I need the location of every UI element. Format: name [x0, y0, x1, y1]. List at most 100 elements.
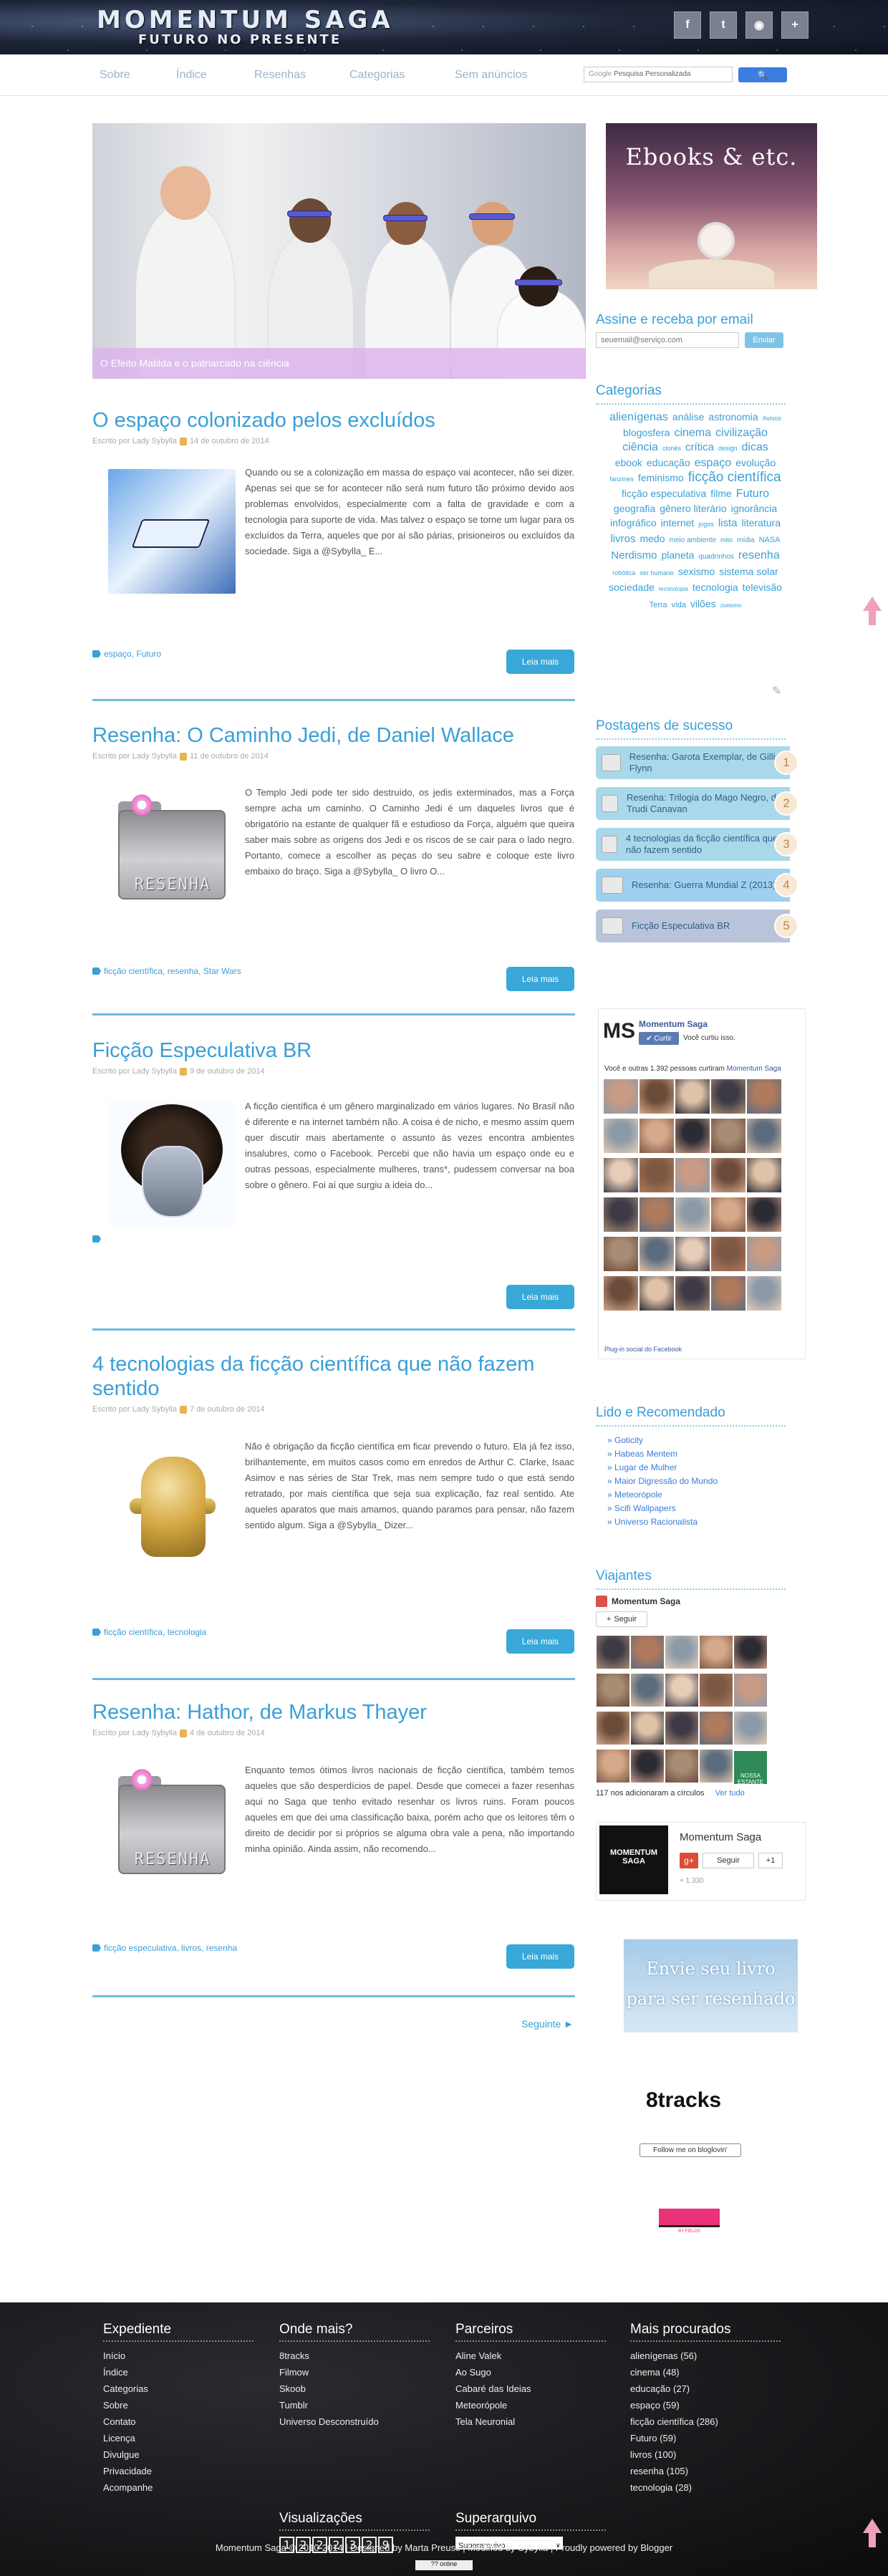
tag-link[interactable]: geografia	[614, 501, 655, 516]
post-tag-links[interactable]: ficção científica, tecnologia	[104, 1627, 206, 1637]
tag-link[interactable]: teconolopia	[659, 582, 688, 597]
popular-item-title[interactable]: Resenha: Garota Exemplar, de Gillian Fly…	[629, 751, 790, 774]
fan-avatar[interactable]	[747, 1197, 781, 1232]
tag-link[interactable]: televisão	[743, 580, 782, 594]
footer-link[interactable]: espaço (59)	[630, 2397, 781, 2413]
post-thumbnail[interactable]	[108, 1101, 236, 1226]
tag-link[interactable]: ciência	[622, 440, 658, 455]
tag-link[interactable]: blogosfera	[623, 425, 670, 440]
footer-link[interactable]: Divulgue	[103, 2446, 254, 2463]
fan-avatar[interactable]	[747, 1158, 781, 1192]
nav-resenhas[interactable]: Resenhas	[254, 69, 306, 82]
read-more-button[interactable]: Leia mais	[506, 1285, 574, 1309]
tag-link[interactable]: cinema	[674, 426, 711, 440]
footer-link[interactable]: Aline Valek	[455, 2348, 606, 2364]
fan-avatar[interactable]	[711, 1079, 745, 1114]
tag-link[interactable]: ficção científica	[688, 471, 781, 485]
featured-slider[interactable]: O Efeito Matilda e o patriarcado na ciên…	[92, 123, 586, 379]
footer-link[interactable]: alienígenas (56)	[630, 2348, 781, 2364]
tag-link[interactable]: astronomia	[708, 410, 758, 424]
footer-link[interactable]: Licença	[103, 2430, 254, 2446]
travelers-see-all[interactable]: Ver tudo	[715, 1789, 745, 1798]
tag-link[interactable]: Nerdismo	[611, 549, 657, 563]
nav-sem-anuncios[interactable]: Sem anúncios	[455, 69, 527, 82]
tag-link[interactable]: planeta	[661, 548, 694, 562]
tag-link[interactable]: sociedade	[609, 580, 655, 594]
tag-link[interactable]: mídia	[737, 534, 754, 548]
tag-link[interactable]: lista	[718, 516, 738, 531]
tag-link[interactable]: ignorância	[731, 501, 778, 516]
footer-link[interactable]: Contato	[103, 2413, 254, 2430]
travelers-follow-button[interactable]: + Seguir	[596, 1611, 647, 1627]
fb-page-name[interactable]: Momentum Saga	[639, 1019, 708, 1029]
tag-link[interactable]: dicas	[742, 440, 768, 455]
recommended-link[interactable]: » Lugar de Mulher	[596, 1461, 786, 1475]
fields-badge[interactable]: BY FIELDS	[659, 2209, 720, 2234]
popular-item[interactable]: Resenha: Garota Exemplar, de Gillian Fly…	[596, 746, 798, 779]
fan-avatar[interactable]	[640, 1276, 674, 1311]
fan-avatar[interactable]	[640, 1158, 674, 1192]
rss-icon[interactable]: ◉	[745, 11, 773, 39]
footer-link[interactable]: Ao Sugo	[455, 2364, 606, 2380]
recommended-link[interactable]: » Scifi Wallpapers	[596, 1502, 786, 1515]
footer-link[interactable]: Meteorópole	[455, 2397, 606, 2413]
fan-avatar[interactable]	[640, 1119, 674, 1153]
post-thumbnail[interactable]: RESENHA	[108, 791, 236, 916]
tag-link[interactable]: livros	[610, 532, 635, 546]
site-logo[interactable]: MOMENTUM SAGA FUTURO NO PRESENTE	[97, 7, 394, 47]
post-title[interactable]: Resenha: O Caminho Jedi, de Daniel Walla…	[92, 724, 514, 747]
footer-link[interactable]: Tumblr	[279, 2397, 430, 2413]
footer-link[interactable]: Tela Neuronial	[455, 2413, 606, 2430]
footer-link[interactable]: ficção científica (286)	[630, 2413, 781, 2430]
footer-link[interactable]: Acompanhe	[103, 2479, 254, 2496]
gplus-plusone-button[interactable]: +1	[758, 1853, 783, 1868]
nav-indice[interactable]: Índice	[176, 69, 207, 82]
popular-item-title[interactable]: Ficção Especulativa BR	[632, 920, 730, 932]
tag-link[interactable]: Avisos	[763, 411, 781, 425]
fan-avatar[interactable]	[711, 1158, 745, 1192]
tag-link[interactable]: crítica	[685, 440, 714, 455]
footer-link[interactable]: resenha (105)	[630, 2463, 781, 2479]
follower-avatar[interactable]	[734, 1674, 767, 1707]
tag-link[interactable]: sistema solar	[719, 564, 778, 579]
post-title[interactable]: 4 tecnologias da ficção científica que n…	[92, 1353, 534, 1400]
post-tag-links[interactable]: ficção científica, resenha, Star Wars	[104, 966, 241, 976]
fan-avatar[interactable]	[675, 1237, 710, 1271]
footer-link[interactable]: Sobre	[103, 2397, 254, 2413]
tag-link[interactable]: ebook	[615, 455, 642, 470]
tag-link[interactable]: resenha	[738, 549, 780, 563]
tag-link[interactable]: vilões	[690, 597, 716, 611]
tag-link[interactable]: zoeismo	[720, 599, 742, 613]
fan-avatar[interactable]	[640, 1079, 674, 1114]
slider-caption[interactable]: O Efeito Matilda e o patriarcado na ciên…	[92, 348, 586, 379]
footer-link[interactable]: Início	[103, 2348, 254, 2364]
tag-link[interactable]: alienígenas	[609, 410, 668, 425]
follower-avatar[interactable]: NOSSA ESTANTE	[734, 1751, 767, 1785]
post-thumbnail[interactable]	[108, 1442, 236, 1567]
tag-link[interactable]: mito	[720, 533, 733, 547]
fb-count-link[interactable]: Momentum Saga	[727, 1065, 781, 1073]
logo-title[interactable]: MOMENTUM SAGA	[97, 7, 394, 33]
fan-avatar[interactable]	[675, 1276, 710, 1311]
follower-avatar[interactable]	[597, 1750, 629, 1783]
recommended-link[interactable]: » Habeas Mentem	[596, 1447, 786, 1461]
post-title[interactable]: O espaço colonizado pelos excluídos	[92, 409, 435, 432]
fan-avatar[interactable]	[711, 1276, 745, 1311]
footer-link[interactable]: Cabaré das Ideias	[455, 2380, 606, 2397]
fan-avatar[interactable]	[640, 1237, 674, 1271]
fan-avatar[interactable]	[675, 1197, 710, 1232]
read-more-button[interactable]: Leia mais	[506, 1944, 574, 1969]
fan-avatar[interactable]	[604, 1158, 638, 1192]
read-more-button[interactable]: Leia mais	[506, 650, 574, 674]
tag-link[interactable]: espaço	[695, 456, 732, 471]
recommended-link[interactable]: » Maior Digressão do Mundo	[596, 1475, 786, 1488]
tag-link[interactable]: gênero literário	[660, 501, 726, 516]
tag-link[interactable]: tecnologia	[692, 580, 738, 594]
facebook-icon[interactable]: f	[674, 11, 701, 39]
follower-avatar[interactable]	[734, 1636, 767, 1669]
follower-avatar[interactable]	[631, 1750, 664, 1783]
fan-avatar[interactable]	[675, 1079, 710, 1114]
tag-link[interactable]: sexismo	[678, 564, 715, 579]
search-button[interactable]: 🔍	[738, 67, 787, 82]
tag-link[interactable]: ficção especulativa	[622, 486, 706, 501]
